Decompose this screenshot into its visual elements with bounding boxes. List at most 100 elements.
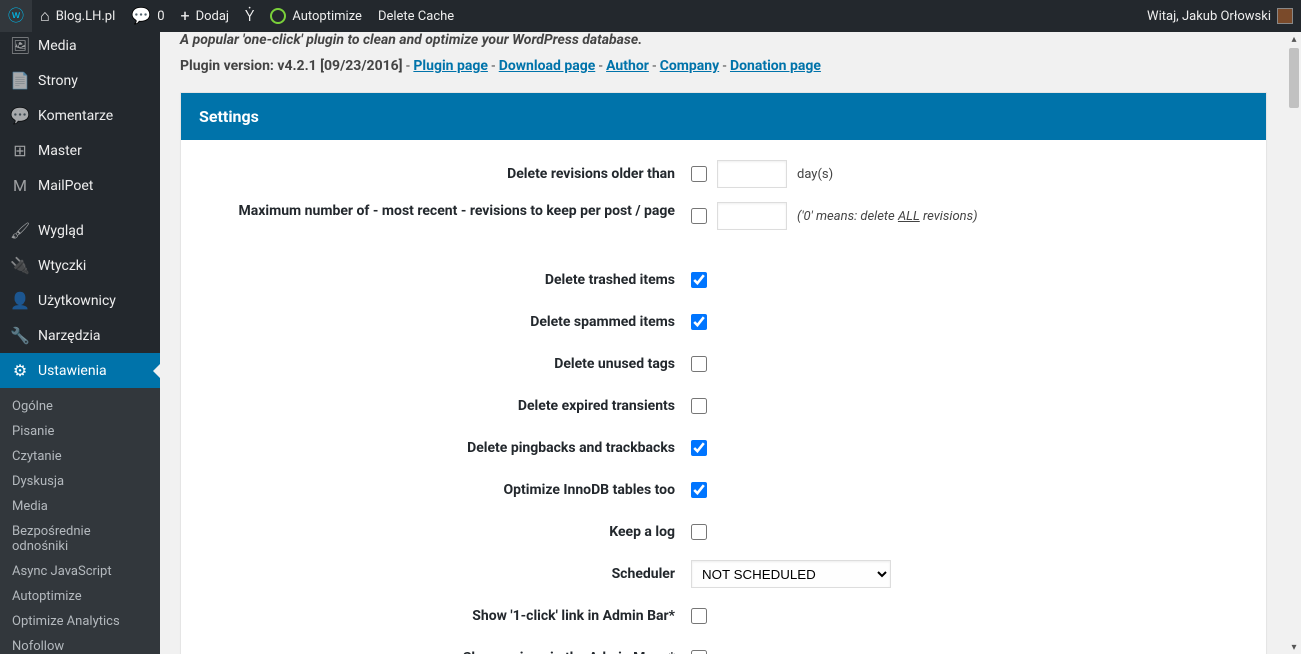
submenu-general[interactable]: Ogólne <box>0 394 160 419</box>
row-max-revisions: Maximum number of - most recent - revisi… <box>211 202 1236 230</box>
submenu-permalinks[interactable]: Bezpośrednie odnośniki <box>0 519 160 559</box>
sidebar-item-media[interactable]: 🖼Media <box>0 32 160 63</box>
select-scheduler[interactable]: NOT SCHEDULED <box>691 560 891 588</box>
sidebar-item-label: Wtyczki <box>38 258 86 274</box>
tools-icon: 🔧 <box>10 326 30 345</box>
submenu-reading[interactable]: Czytanie <box>0 444 160 469</box>
checkbox-delete-spammed[interactable] <box>691 314 707 330</box>
sidebar-item-label: Narzędzia <box>38 328 100 344</box>
add-new-label: Dodaj <box>196 9 229 24</box>
sidebar-item-users[interactable]: 👤 Użytkownicy <box>0 283 160 318</box>
row-scheduler: Scheduler NOT SCHEDULED <box>211 560 1236 588</box>
sidebar-item-label: Użytkownicy <box>38 293 116 309</box>
wp-logo[interactable]: ⓦ <box>0 0 32 32</box>
yoast-icon: Ẏ <box>245 8 254 24</box>
appearance-icon: 🖌 <box>10 221 30 240</box>
comments-link[interactable]: 💬0 <box>123 0 172 32</box>
sidebar-item-pages[interactable]: 📄Strony <box>0 63 160 98</box>
author-link[interactable]: Author <box>606 58 649 74</box>
input-max-revisions[interactable] <box>717 202 787 230</box>
row-delete-tags: Delete unused tags <box>211 350 1236 378</box>
submenu-asyncjs[interactable]: Async JavaScript <box>0 559 160 584</box>
checkbox-show-icon[interactable] <box>691 650 707 654</box>
plugin-version-line: Plugin version: v4.2.1 [09/23/2016] - Pl… <box>180 58 1267 74</box>
version-text: Plugin version: v4.2.1 [09/23/2016] <box>180 58 403 74</box>
checkbox-delete-tags[interactable] <box>691 356 707 372</box>
download-page-link[interactable]: Download page <box>499 58 596 74</box>
autoptimize-label: Autoptimize <box>292 9 362 24</box>
yoast-link[interactable]: Ẏ <box>237 0 262 32</box>
content-area: A popular 'one-click' plugin to clean an… <box>160 32 1287 654</box>
add-new-link[interactable]: + Dodaj <box>173 0 238 32</box>
comments-icon: 💬 <box>10 106 30 125</box>
sidebar-item-tools[interactable]: 🔧 Narzędzia <box>0 318 160 353</box>
sidebar-item-mailpoet[interactable]: M MailPoet <box>0 168 160 203</box>
row-delete-transients: Delete expired transients <box>211 392 1236 420</box>
submenu-optimize-analytics[interactable]: Optimize Analytics <box>0 609 160 634</box>
scroll-track <box>1287 46 1301 640</box>
sidebar-item-appearance[interactable]: 🖌 Wygląd <box>0 213 160 248</box>
checkbox-optimize-innodb[interactable] <box>691 482 707 498</box>
donation-page-link[interactable]: Donation page <box>730 58 821 74</box>
admin-bar: ⓦ ⌂Blog.LH.pl 💬0 +Dodaj Ẏ Autoptimize De… <box>0 0 1301 32</box>
checkbox-show-1click[interactable] <box>691 608 707 624</box>
row-delete-spammed: Delete spammed items <box>211 308 1236 336</box>
comment-icon: 💬 <box>131 8 151 24</box>
label-delete-tags: Delete unused tags <box>211 356 691 372</box>
browser-scrollbar[interactable]: ▴ ▾ <box>1287 32 1301 654</box>
plugin-page-link[interactable]: Plugin page <box>413 58 488 74</box>
greeting: Witaj, Jakub Orłowski <box>1147 9 1271 24</box>
checkbox-keep-log[interactable] <box>691 524 707 540</box>
autoptimize-link[interactable]: Autoptimize <box>262 0 370 32</box>
admin-sidebar: 🖼Media 📄Strony 💬Komentarze ⊞Master M Mail… <box>0 32 160 654</box>
checkbox-delete-transients[interactable] <box>691 398 707 414</box>
settings-panel: Settings Delete revisions older than day… <box>180 92 1267 654</box>
sidebar-item-plugins[interactable]: 🔌 Wtyczki <box>0 248 160 283</box>
plugins-icon: 🔌 <box>10 256 30 275</box>
label-delete-trashed: Delete trashed items <box>211 272 691 288</box>
submenu-nofollow[interactable]: Nofollow <box>0 634 160 654</box>
checkbox-delete-revisions[interactable] <box>691 166 707 182</box>
delete-cache-link[interactable]: Delete Cache <box>370 0 462 32</box>
sidebar-item-comments[interactable]: 💬Komentarze <box>0 98 160 133</box>
label-optimize-innodb: Optimize InnoDB tables too <box>211 482 691 498</box>
checkbox-delete-trashed[interactable] <box>691 272 707 288</box>
account-link[interactable]: Witaj, Jakub Orłowski <box>1139 0 1301 32</box>
suffix-days: day(s) <box>797 167 833 182</box>
label-show-icon: Show an icon in the Admin Menu* <box>211 650 691 654</box>
row-delete-pingbacks: Delete pingbacks and trackbacks <box>211 434 1236 462</box>
settings-submenu: Ogólne Pisanie Czytanie Dyskusja Media B… <box>0 388 160 654</box>
sidebar-item-label: Wygląd <box>38 223 84 239</box>
sidebar-item-label: Strony <box>38 73 78 89</box>
label-show-1click: Show '1-click' link in Admin Bar* <box>211 608 691 624</box>
home-icon: ⌂ <box>40 8 50 24</box>
hint-max-revisions: ('0' means: delete ALL revisions) <box>797 209 978 224</box>
checkbox-max-revisions[interactable] <box>691 208 707 224</box>
sidebar-item-label: MailPoet <box>38 178 93 194</box>
company-link[interactable]: Company <box>660 58 719 74</box>
site-name-link[interactable]: ⌂Blog.LH.pl <box>32 0 123 32</box>
checkbox-delete-pingbacks[interactable] <box>691 440 707 456</box>
submenu-writing[interactable]: Pisanie <box>0 419 160 444</box>
sidebar-item-settings[interactable]: ⚙ Ustawienia <box>0 353 160 388</box>
scroll-thumb[interactable] <box>1289 48 1299 108</box>
users-icon: 👤 <box>10 291 30 310</box>
sidebar-item-master[interactable]: ⊞Master <box>0 133 160 168</box>
sidebar-item-label: Ustawienia <box>38 363 107 379</box>
label-keep-log: Keep a log <box>211 524 691 540</box>
plugin-description: A popular 'one-click' plugin to clean an… <box>180 32 1267 48</box>
sidebar-item-label: Media <box>38 38 77 54</box>
settings-header: Settings <box>181 93 1266 140</box>
input-revisions-days[interactable] <box>717 160 787 188</box>
settings-icon: ⚙ <box>10 361 30 380</box>
row-delete-trashed: Delete trashed items <box>211 266 1236 294</box>
label-delete-transients: Delete expired transients <box>211 398 691 414</box>
submenu-discussion[interactable]: Dyskusja <box>0 469 160 494</box>
plus-icon: + <box>181 8 190 24</box>
mailpoet-icon: M <box>10 176 30 195</box>
comments-count: 0 <box>157 9 164 24</box>
avatar-icon <box>1277 8 1293 24</box>
scroll-up-icon: ▴ <box>1287 32 1301 46</box>
submenu-media[interactable]: Media <box>0 494 160 519</box>
submenu-autoptimize[interactable]: Autoptimize <box>0 584 160 609</box>
